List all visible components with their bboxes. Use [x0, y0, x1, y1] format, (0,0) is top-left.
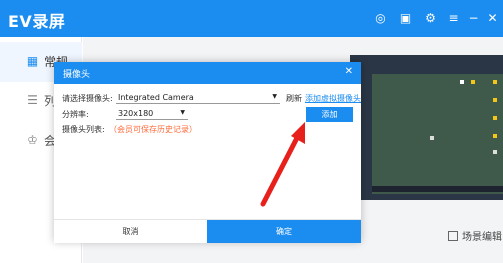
desktop-icon — [493, 150, 497, 154]
close-icon[interactable]: ✕ — [486, 12, 499, 25]
crown-icon: ♔ — [27, 133, 38, 147]
dialog-title: 摄像头 — [63, 70, 91, 80]
annotation-arrow — [260, 122, 305, 207]
desktop-icon — [493, 98, 497, 102]
resolution-select-value: 320x180 — [118, 109, 154, 118]
close-icon[interactable]: ✕ — [345, 66, 353, 78]
gear-icon[interactable]: ⚙ — [424, 12, 437, 25]
app-title: EV录屏 — [8, 12, 66, 31]
scene-edit-button[interactable]: 场景编辑 — [448, 228, 502, 243]
ok-button[interactable]: 确定 — [207, 220, 361, 243]
camera-select-value: Integrated Camera — [118, 93, 194, 102]
minimize-icon[interactable]: − — [467, 12, 480, 25]
arrow-shaft — [260, 131, 302, 207]
desktop-icon — [493, 116, 497, 120]
dialog-header: 摄像头 ✕ — [54, 62, 361, 84]
desktop-icon — [493, 134, 497, 138]
preview-taskbar — [372, 186, 503, 192]
settings-icon[interactable]: ◎ — [374, 12, 387, 25]
camera-label: 请选择摄像头: — [62, 94, 113, 103]
camera-list-hint: （会员可保存历史记录） — [109, 125, 197, 134]
title-bar: EV录屏 ◎ ▣ ⚙ ≡ − ✕ — [0, 0, 503, 37]
chevron-down-icon: ▼ — [180, 109, 185, 116]
camera-list-label: 摄像头列表: — [62, 125, 105, 134]
edit-icon — [448, 231, 458, 241]
resolution-select[interactable]: 320x180 ▼ — [116, 108, 188, 120]
desktop-icon — [430, 136, 434, 140]
grid-icon: ▦ — [26, 54, 39, 68]
list-icon: ☰ — [27, 93, 38, 107]
chevron-down-icon: ▼ — [272, 93, 277, 100]
resolution-label: 分辨率: — [62, 110, 89, 119]
cancel-button[interactable]: 取消 — [54, 220, 207, 243]
scene-edit-label: 场景编辑 — [462, 232, 502, 243]
info-icon[interactable]: ▣ — [399, 12, 412, 25]
desktop-icon — [471, 80, 475, 84]
menu-icon[interactable]: ≡ — [447, 12, 460, 25]
dialog-footer: 取消 确定 — [54, 219, 361, 243]
preview-screen — [372, 74, 503, 194]
desktop-icon — [460, 80, 464, 84]
desktop-icon — [493, 80, 497, 84]
